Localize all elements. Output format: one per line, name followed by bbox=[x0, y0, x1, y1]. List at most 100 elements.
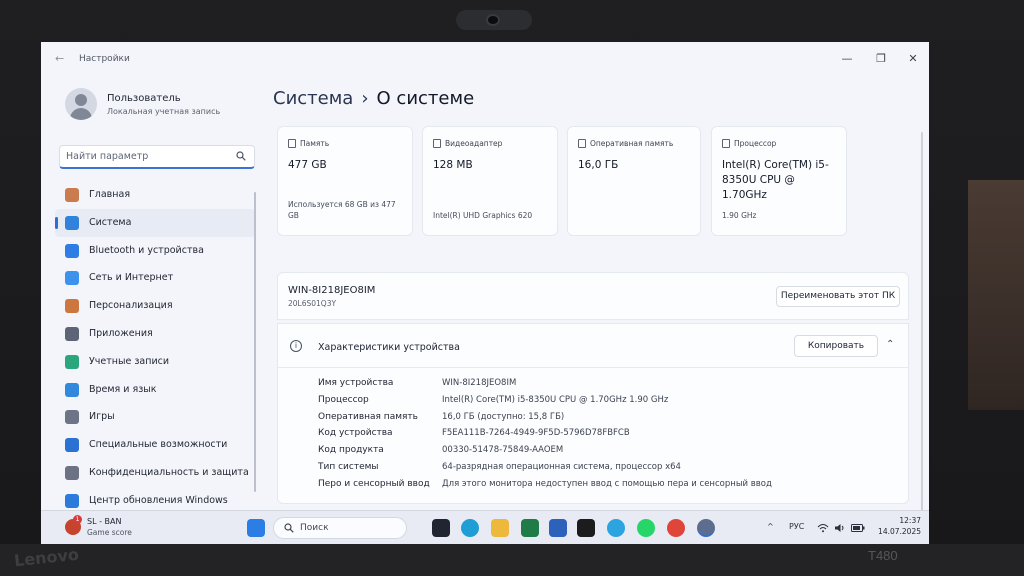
close-button[interactable]: ✕ bbox=[905, 52, 921, 65]
wifi-icon[interactable] bbox=[817, 523, 829, 533]
card-subtext: Используется 68 GB из 477 GB bbox=[288, 200, 396, 220]
webcam bbox=[456, 10, 532, 30]
chrome-icon[interactable] bbox=[667, 519, 685, 537]
breadcrumb: Система › О системе bbox=[273, 88, 474, 109]
tray-overflow-icon[interactable]: ^ bbox=[767, 522, 774, 531]
account-type: Локальная учетная запись bbox=[107, 107, 221, 116]
model-label: T480 bbox=[868, 548, 898, 563]
telegram-icon[interactable] bbox=[607, 519, 625, 537]
search-placeholder: Найти параметр bbox=[66, 151, 149, 162]
task-view-icon[interactable] bbox=[432, 519, 450, 537]
spec-key: Перо и сенсорный ввод bbox=[318, 478, 430, 489]
chevron-up-icon[interactable]: ⌃ bbox=[886, 339, 894, 350]
spec-key: Оперативная память bbox=[318, 411, 418, 422]
sidebar-scrollbar[interactable] bbox=[254, 192, 256, 492]
edge-icon[interactable] bbox=[461, 519, 479, 537]
settings-window: ← Настройки — ❐ ✕ Пользователь Локальная… bbox=[41, 42, 929, 544]
update-icon bbox=[65, 493, 79, 508]
card-subtext: Intel(R) UHD Graphics 620 bbox=[433, 211, 533, 220]
ram-icon bbox=[578, 139, 586, 148]
apps-icon bbox=[65, 326, 79, 341]
sidebar-item-label: Специальные возможности bbox=[89, 439, 228, 451]
widget-title: SL - BAN bbox=[87, 517, 122, 526]
spec-key: Код устройства bbox=[318, 428, 393, 439]
sidebar-item-label: Учетные записи bbox=[89, 355, 170, 367]
sidebar-item-7[interactable]: Учетные записи bbox=[55, 348, 255, 376]
sidebar-item-6[interactable]: Приложения bbox=[55, 320, 255, 348]
sidebar-nav: Главная Система Bluetooth и устройства Сеть… bbox=[55, 181, 255, 515]
cpu-icon bbox=[722, 139, 730, 148]
sidebar-item-11[interactable]: Конфиденциальность и защита bbox=[55, 459, 255, 487]
card-subtext: 1.90 GHz bbox=[722, 211, 757, 220]
avatar bbox=[65, 88, 97, 120]
card-title: Процессор bbox=[734, 139, 777, 148]
user-profile[interactable]: Пользователь Локальная учетная запись bbox=[65, 88, 265, 124]
sidebar-item-4[interactable]: Сеть и Интернет bbox=[55, 264, 255, 292]
sidebar-item-8[interactable]: Время и язык bbox=[55, 376, 255, 404]
sidebar-item-5[interactable]: Персонализация bbox=[55, 292, 255, 320]
card-value: Intel(R) Core(TM) i5-8350U CPU @ 1.70GHz bbox=[722, 159, 829, 201]
excel-icon[interactable] bbox=[521, 519, 539, 537]
card-value: 128 MB bbox=[433, 159, 473, 171]
card-value: 16,0 ГБ bbox=[578, 159, 619, 171]
title-bar: ← Настройки — ❐ ✕ bbox=[41, 50, 929, 72]
restore-button[interactable]: ❐ bbox=[873, 52, 889, 65]
spec-key: Тип системы bbox=[318, 461, 379, 472]
taskbar-search[interactable]: Поиск bbox=[273, 517, 407, 539]
battery-icon[interactable] bbox=[851, 523, 865, 533]
search-icon bbox=[284, 523, 294, 533]
widgets-button[interactable]: 1 SL - BAN Game score bbox=[65, 515, 185, 540]
main-scrollbar[interactable] bbox=[921, 132, 923, 512]
minimize-button[interactable]: — bbox=[839, 52, 855, 65]
word-icon[interactable] bbox=[549, 519, 567, 537]
sidebar-item-label: Персонализация bbox=[89, 300, 173, 312]
sidebar-item-label: Главная bbox=[89, 189, 131, 200]
sidebar-item-1[interactable]: Главная bbox=[55, 181, 255, 209]
card-cpu[interactable]: Процессор Intel(R) Core(TM) i5-8350U CPU… bbox=[711, 126, 847, 236]
search-input[interactable]: Найти параметр bbox=[59, 145, 255, 169]
spec-value: 16,0 ГБ (доступно: 15,8 ГБ) bbox=[442, 411, 565, 422]
webcam-lens bbox=[486, 14, 500, 26]
sidebar-item-3[interactable]: Bluetooth и устройства bbox=[55, 237, 255, 265]
page-title: О системе bbox=[376, 88, 475, 109]
sidebar-item-label: Игры bbox=[89, 411, 115, 423]
volume-icon[interactable] bbox=[834, 523, 846, 533]
file-explorer-icon[interactable] bbox=[491, 519, 509, 537]
specs-header[interactable]: i Характеристики устройства Копировать ⌃ bbox=[278, 324, 908, 368]
breadcrumb-parent[interactable]: Система bbox=[273, 88, 353, 109]
sidebar-item-label: Сеть и Интернет bbox=[89, 272, 174, 284]
card-title: Память bbox=[300, 139, 330, 148]
sidebar-item-9[interactable]: Игры bbox=[55, 403, 255, 431]
info-icon: i bbox=[290, 340, 302, 352]
card-value: 477 GB bbox=[288, 159, 327, 171]
accessibility-icon bbox=[65, 438, 79, 453]
card-gpu[interactable]: Видеоадаптер 128 MB Intel(R) UHD Graphic… bbox=[422, 126, 558, 236]
spec-key: Процессор bbox=[318, 394, 369, 405]
sidebar-item-10[interactable]: Специальные возможности bbox=[55, 431, 255, 459]
globe-icon bbox=[65, 382, 79, 397]
clock-time: 12:37 bbox=[899, 516, 921, 525]
breadcrumb-separator: › bbox=[361, 88, 369, 109]
card-ram[interactable]: Оперативная память 16,0 ГБ bbox=[567, 126, 701, 236]
device-specs-panel: i Характеристики устройства Копировать ⌃… bbox=[277, 323, 909, 504]
clock[interactable]: 12:37 14.07.2025 bbox=[871, 515, 921, 537]
accounts-icon bbox=[65, 354, 79, 369]
device-model: 20L6S01Q3Y bbox=[288, 299, 337, 308]
back-arrow-icon[interactable]: ← bbox=[55, 52, 64, 65]
shield-icon bbox=[65, 465, 79, 480]
system-icon bbox=[65, 215, 79, 230]
search-icon bbox=[236, 151, 246, 161]
capcut-icon[interactable] bbox=[577, 519, 595, 537]
spec-value: Для этого монитора недоступен ввод с пом… bbox=[442, 478, 772, 489]
card-storage[interactable]: Память 477 GB Используется 68 GB из 477 … bbox=[277, 126, 413, 236]
card-title: Видеоадаптер bbox=[445, 139, 503, 148]
sidebar-item-2[interactable]: Система bbox=[55, 208, 255, 237]
whatsapp-icon[interactable] bbox=[637, 519, 655, 537]
copy-button[interactable]: Копировать bbox=[794, 335, 878, 357]
gamepad-icon bbox=[65, 410, 79, 425]
sidebar-item-label: Время и язык bbox=[89, 383, 157, 395]
rename-pc-button[interactable]: Переименовать этот ПК bbox=[776, 286, 900, 307]
language-indicator[interactable]: РУС bbox=[789, 522, 804, 531]
settings-icon[interactable] bbox=[697, 519, 715, 537]
windows-start-icon[interactable] bbox=[247, 519, 265, 537]
